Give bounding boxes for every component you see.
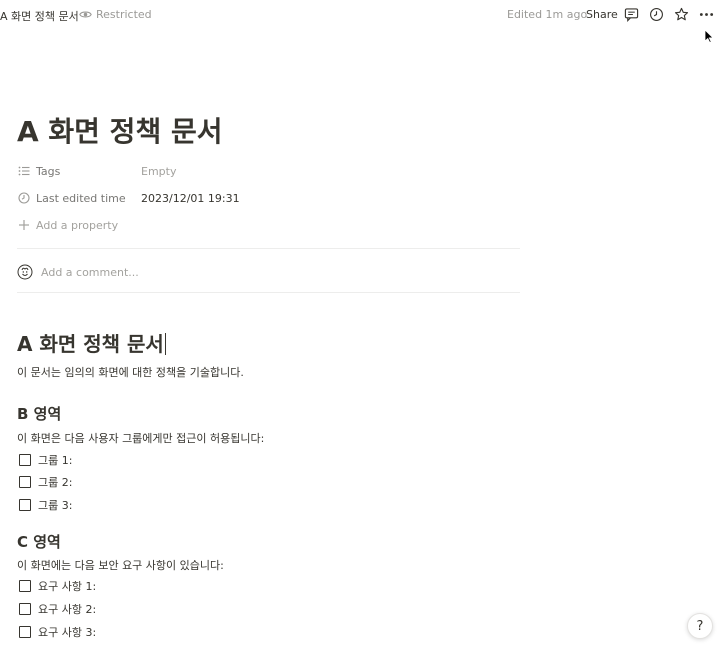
todo-text: 그룹 1: [38, 454, 73, 467]
text-caret [164, 333, 166, 355]
paragraph-c[interactable]: 이 화면에는 다음 보안 요구 사항이 있습니다: [17, 557, 224, 573]
todo-item[interactable]: 요구 사항 2: [19, 602, 96, 616]
todo-item[interactable]: 요구 사항 1: [19, 579, 96, 593]
share-button[interactable]: Share [586, 8, 618, 21]
property-label: Tags [36, 164, 61, 178]
todo-text: 요구 사항 1: [38, 580, 97, 593]
property-value[interactable]: Empty [141, 165, 176, 178]
eye-icon [79, 11, 92, 18]
property-value: 2023/12/01 19:31 [141, 191, 240, 205]
checkbox[interactable] [19, 476, 31, 488]
list-icon [17, 164, 31, 178]
divider [17, 248, 520, 249]
heading-1[interactable]: A 화면 정책 문서 [17, 328, 166, 357]
page-title[interactable]: A 화면 정책 문서 [17, 110, 222, 150]
todo-item[interactable]: 그룹 2: [19, 475, 72, 489]
checkbox[interactable] [19, 499, 31, 511]
edited-status: Edited 1m ago [507, 8, 588, 21]
comment-box[interactable]: Add a comment... [17, 264, 139, 280]
heading-c[interactable]: C 영역 [17, 531, 61, 552]
checkbox[interactable] [19, 454, 31, 466]
todo-text: 그룹 2: [38, 476, 73, 489]
avatar [17, 264, 33, 280]
todo-text: 요구 사항 2: [38, 603, 97, 616]
property-last-edited[interactable]: Last edited time 2023/12/01 19:31 [17, 189, 240, 207]
restricted-label: Restricted [96, 8, 152, 21]
checkbox[interactable] [19, 626, 31, 638]
help-button[interactable]: ? [687, 613, 713, 639]
heading-1-text: A 화면 정책 문서 [17, 332, 164, 356]
checkbox[interactable] [19, 580, 31, 592]
todo-item[interactable]: 그룹 1: [19, 453, 72, 467]
heading-b[interactable]: B 영역 [17, 403, 61, 424]
add-property-label: Add a property [36, 218, 119, 232]
topbar: A 화면 정책 문서 Restricted Edited 1m ago Shar… [0, 0, 720, 30]
breadcrumb[interactable]: A 화면 정책 문서 [0, 8, 79, 24]
star-icon[interactable] [674, 7, 689, 22]
add-property-button[interactable]: Add a property [17, 216, 118, 234]
restricted-indicator[interactable]: Restricted [79, 8, 152, 21]
plus-icon [17, 218, 31, 232]
property-label: Last edited time [36, 191, 126, 205]
paragraph-b[interactable]: 이 화면은 다음 사용자 그룹에게만 접근이 허용됩니다: [17, 430, 264, 446]
comment-input[interactable]: Add a comment... [41, 266, 139, 279]
divider [17, 292, 520, 293]
todo-text: 요구 사항 3: [38, 626, 97, 639]
more-icon[interactable] [699, 7, 714, 22]
property-tags[interactable]: Tags Empty [17, 162, 176, 180]
mouse-cursor-icon [704, 29, 714, 43]
checkbox[interactable] [19, 603, 31, 615]
clock-icon[interactable] [649, 7, 664, 22]
paragraph-intro[interactable]: 이 문서는 임의의 화면에 대한 정책을 기술합니다. [17, 364, 244, 380]
todo-text: 그룹 3: [38, 499, 73, 512]
clock-icon [17, 191, 31, 205]
comment-icon[interactable] [624, 7, 639, 22]
todo-item[interactable]: 그룹 3: [19, 498, 72, 512]
todo-item[interactable]: 요구 사항 3: [19, 625, 96, 639]
